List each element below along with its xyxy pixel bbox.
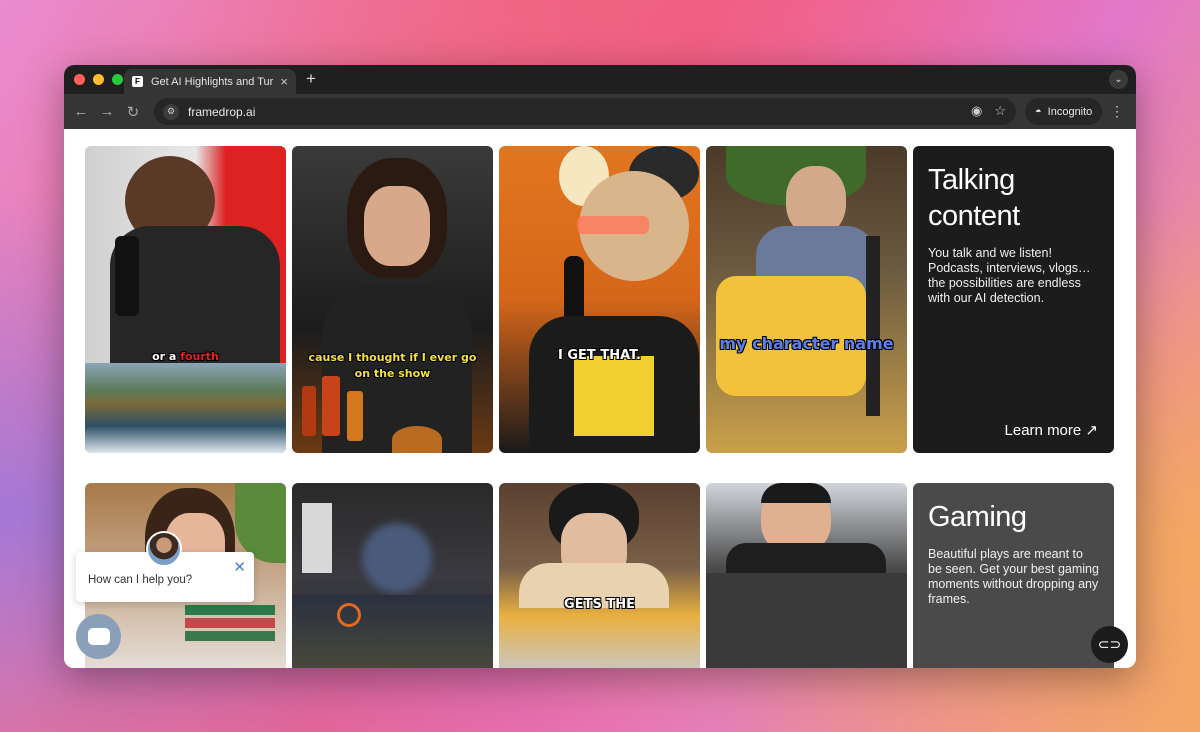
link-icon: ⊂⊃ — [1097, 636, 1122, 652]
video-caption: GETS THE — [564, 597, 635, 612]
tab-search-button[interactable]: ⌄ — [1109, 70, 1128, 89]
browser-tab[interactable]: F Get AI Highlights and Turn Th × — [124, 69, 296, 94]
close-icon[interactable]: ✕ — [233, 558, 246, 576]
video-thumbnail-podcast-2[interactable]: I GET THAT. — [499, 146, 700, 453]
browser-menu-icon[interactable]: ⋮ — [1110, 103, 1124, 120]
video-thumbnail-interview[interactable]: cause I thought if I ever go on the show — [292, 146, 493, 453]
url-text: framedrop.ai — [188, 104, 256, 119]
close-window-button[interactable] — [74, 74, 85, 85]
browser-window: F Get AI Highlights and Turn Th × + ⌄ ← … — [64, 65, 1136, 668]
bookmark-star-icon[interactable]: ☆ — [994, 103, 1006, 119]
video-caption: cause I thought if I ever go on the show — [308, 351, 477, 380]
video-thumbnail-podcast-1[interactable]: or a fourth — [85, 146, 286, 453]
video-caption: I GET THAT. — [558, 348, 641, 363]
browser-toolbar: ← → ↻ ⚙ framedrop.ai ◉ ☆ ◓ Incognito ⋮ — [64, 94, 1136, 129]
gaming-heading: Gaming — [928, 501, 1027, 533]
talking-content-card: Talking content You talk and we listen! … — [913, 146, 1114, 453]
gaming-card: Gaming Beautiful plays are meant to be s… — [913, 483, 1114, 668]
window-controls — [74, 74, 123, 85]
gaming-description: Beautiful plays are meant to be seen. Ge… — [928, 547, 1099, 606]
talking-content-description: You talk and we listen! Podcasts, interv… — [928, 246, 1091, 305]
arrow-up-right-icon: ↗ — [1085, 422, 1098, 439]
video-thumbnail-gaming-4[interactable] — [706, 483, 907, 668]
video-thumbnail-gaming-2[interactable] — [292, 483, 493, 668]
address-bar[interactable]: ⚙ framedrop.ai ◉ ☆ — [154, 98, 1016, 125]
title-bar: F Get AI Highlights and Turn Th × + ⌄ — [64, 65, 1136, 94]
tab-close-icon[interactable]: × — [280, 74, 288, 89]
support-agent-avatar — [146, 531, 182, 567]
back-arrow-icon[interactable]: ← — [68, 103, 94, 120]
forward-arrow-icon[interactable]: → — [94, 103, 120, 120]
maximize-window-button[interactable] — [112, 74, 123, 85]
video-caption: my character name — [719, 334, 894, 353]
talking-content-heading: Talking content — [928, 164, 1020, 232]
learn-more-link[interactable]: Learn more ↗ — [1005, 421, 1098, 439]
eye-off-icon[interactable]: ◉ — [971, 103, 982, 119]
favicon-icon: F — [132, 76, 143, 87]
new-tab-button[interactable]: + — [306, 69, 316, 89]
reload-icon[interactable]: ↻ — [120, 103, 146, 121]
video-caption: or a fourth — [152, 350, 219, 363]
incognito-icon: ◓ — [1035, 105, 1042, 118]
incognito-badge[interactable]: ◓ Incognito — [1025, 98, 1103, 125]
link-icon-button[interactable]: ⊂⊃ — [1091, 626, 1128, 663]
chat-bubble-icon — [87, 628, 110, 645]
chat-launcher-button[interactable] — [76, 614, 121, 659]
video-thumbnail-gaming-3[interactable]: GETS THE — [499, 483, 700, 668]
page-content: or a fourth cause I thought if I ever go… — [64, 129, 1136, 668]
learn-more-label: Learn more — [1004, 422, 1082, 439]
site-info-icon[interactable]: ⚙ — [163, 103, 179, 120]
minimize-window-button[interactable] — [93, 74, 104, 85]
video-thumbnail-streamer[interactable]: my character name — [706, 146, 907, 453]
tab-title: Get AI Highlights and Turn Th — [151, 75, 274, 88]
incognito-label: Incognito — [1047, 105, 1093, 118]
chat-greeting-text: How can I help you? — [88, 574, 193, 586]
